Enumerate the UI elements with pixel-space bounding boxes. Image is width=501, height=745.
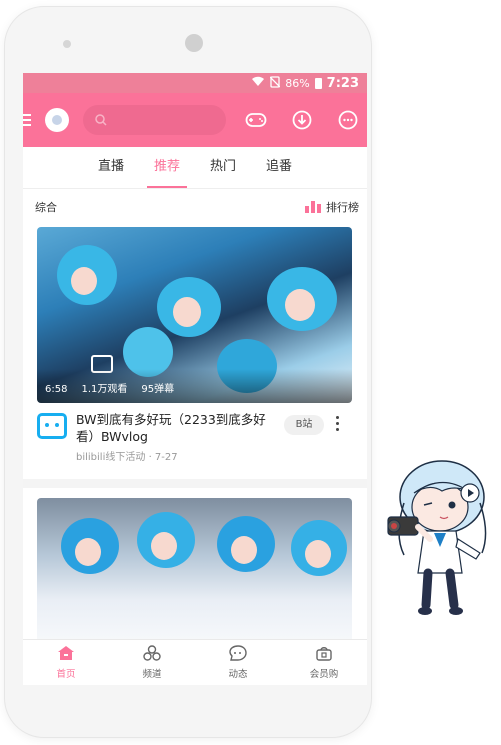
- game-icon[interactable]: [245, 109, 267, 131]
- battery-level: 86%: [285, 76, 310, 90]
- video-title[interactable]: BW到底有多好玩（2233到底多好看）BWvlog: [76, 411, 276, 445]
- nav-channel-label: 频道: [142, 669, 162, 680]
- video-thumbnail[interactable]: 6:58 1.1万观看 95弹幕: [37, 227, 352, 403]
- battery-icon: [314, 77, 322, 89]
- menu-icon[interactable]: [23, 114, 37, 126]
- home-icon: [57, 645, 75, 664]
- thumbnail-stats: 6:58 1.1万观看 95弹幕: [37, 369, 352, 403]
- section-title: 综合: [35, 201, 57, 214]
- clock: 7:23: [326, 75, 359, 91]
- nav-channel[interactable]: 频道: [109, 640, 195, 685]
- nav-dynamic[interactable]: 动态: [195, 640, 281, 685]
- nav-home-label: 首页: [56, 669, 76, 680]
- bilibili-tv-icon: [37, 413, 67, 439]
- tab-bangumi[interactable]: 追番: [251, 147, 307, 188]
- video-meta: bilibili线下活动 · 7-27: [76, 448, 276, 463]
- mascot-illustration: [387, 460, 487, 615]
- download-icon[interactable]: [291, 109, 313, 131]
- app-screen: 86% 7:23 直播 推荐 热门 追番 综合 排行榜 6:58 1.1万观看 …: [23, 73, 367, 685]
- video-card[interactable]: 6:58 1.1万观看 95弹幕 BW到底有多好玩（2233到底多好看）BWvl…: [37, 227, 353, 463]
- tab-hot[interactable]: 热门: [195, 147, 251, 188]
- avatar[interactable]: [44, 108, 69, 132]
- front-camera: [63, 40, 71, 48]
- video-info: BW到底有多好玩（2233到底多好看）BWvlog bilibili线下活动 ·…: [37, 403, 353, 463]
- nav-shop[interactable]: 会员购: [281, 640, 367, 685]
- upload-date: · 7-27: [148, 452, 178, 463]
- tab-recommend[interactable]: 推荐: [139, 147, 195, 188]
- tab-live[interactable]: 直播: [83, 147, 139, 188]
- more-options-icon[interactable]: [334, 416, 340, 431]
- bottom-nav: 首页 频道 动态 会员购: [23, 639, 367, 685]
- ranking-button[interactable]: 排行榜: [305, 199, 359, 215]
- dynamic-icon: [229, 645, 247, 664]
- app-header: [23, 93, 367, 147]
- top-tabs: 直播 推荐 热门 追番: [23, 147, 367, 189]
- category-tag[interactable]: B站: [284, 415, 324, 435]
- uploader-name[interactable]: bilibili线下活动: [76, 452, 145, 463]
- search-icon: [95, 111, 107, 130]
- view-count: 1.1万观看: [81, 384, 128, 395]
- status-bar: 86% 7:23: [23, 73, 367, 93]
- search-input[interactable]: [82, 105, 227, 135]
- no-sim-icon: [269, 75, 281, 91]
- nav-home[interactable]: 首页: [23, 640, 109, 685]
- shop-icon: [315, 645, 333, 664]
- nav-dynamic-label: 动态: [228, 669, 248, 680]
- section-bar: 综合 排行榜: [23, 189, 367, 225]
- channel-icon: [143, 645, 161, 664]
- wifi-icon: [251, 76, 265, 90]
- ranking-label: 排行榜: [326, 201, 359, 214]
- nav-shop-label: 会员购: [309, 669, 339, 680]
- ranking-icon: [305, 201, 321, 213]
- card-divider: [23, 479, 367, 488]
- message-icon[interactable]: [337, 109, 359, 131]
- danmaku-count: 95弹幕: [141, 384, 175, 395]
- earpiece-speaker: [185, 34, 203, 52]
- video-thumbnail-2[interactable]: [37, 498, 352, 643]
- phone-frame: 86% 7:23 直播 推荐 热门 追番 综合 排行榜 6:58 1.1万观看 …: [4, 6, 372, 738]
- video-duration: 6:58: [45, 384, 68, 395]
- stage: 86% 7:23 直播 推荐 热门 追番 综合 排行榜 6:58 1.1万观看 …: [0, 0, 501, 745]
